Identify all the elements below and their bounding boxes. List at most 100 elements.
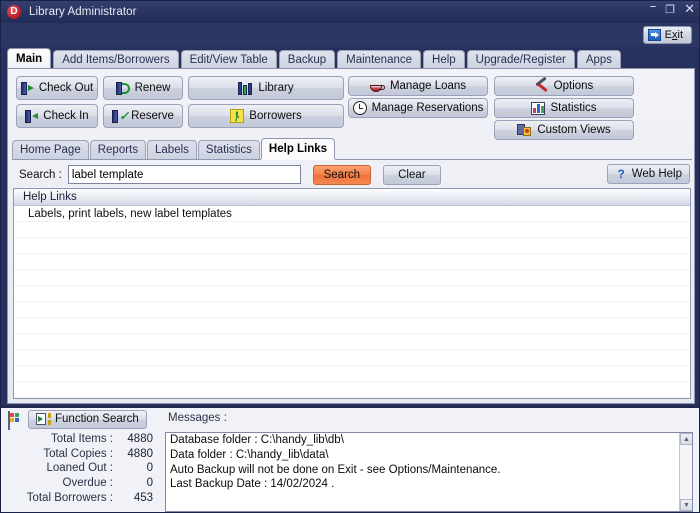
options-label: Options [553, 80, 594, 92]
check-in-button[interactable]: Check In [16, 104, 98, 128]
stat-overdue: Overdue : 0 [1, 476, 161, 491]
question-mark-icon: ? [617, 166, 625, 181]
book-renew-icon [115, 81, 130, 95]
main-panel: Check Out Renew Library Check In ✓ Reser… [7, 68, 695, 404]
status-header: Function Search Messages : [1, 408, 699, 430]
function-search-label: Function Search [55, 413, 139, 425]
tab-help[interactable]: Help [423, 50, 465, 69]
options-button[interactable]: Options [494, 76, 634, 96]
manage-reservations-button[interactable]: Manage Reservations [348, 98, 488, 118]
tab-main[interactable]: Main [7, 48, 52, 69]
table-row [14, 318, 690, 334]
message-line: Last Backup Date : 14/02/2024 . [170, 478, 335, 491]
subtab-help-links[interactable]: Help Links [260, 138, 336, 159]
grid-column-help-links: Help Links [23, 191, 77, 203]
stat-value: 4880 [127, 433, 153, 446]
tab-backup[interactable]: Backup [278, 50, 336, 69]
table-row [14, 238, 690, 254]
subtab-statistics[interactable]: Statistics [197, 140, 260, 159]
stat-loaned-out: Loaned Out : 0 [1, 461, 161, 476]
stat-label: Total Copies : [43, 447, 113, 460]
scroll-up-icon[interactable]: ▲ [680, 433, 692, 445]
manage-reservations-label: Manage Reservations [371, 102, 484, 114]
tab-upgrade-register[interactable]: Upgrade/Register [466, 50, 575, 69]
web-help-button[interactable]: ? Web Help [606, 164, 690, 184]
stat-value: 0 [146, 477, 153, 490]
stat-value: 0 [146, 462, 153, 475]
minimize-icon[interactable]: – [650, 1, 657, 13]
book-out-icon [20, 81, 34, 95]
exit-button-label: Exit [664, 29, 683, 41]
bar-chart-icon [531, 101, 546, 115]
function-search-button[interactable]: Function Search [28, 409, 147, 429]
subtab-home-page[interactable]: Home Page [12, 140, 89, 159]
manage-loans-label: Manage Loans [389, 80, 467, 92]
subtab-labels[interactable]: Labels [147, 140, 197, 159]
action-button-group: Check Out Renew Library Check In ✓ Reser… [8, 69, 694, 140]
tab-add-items-borrowers[interactable]: Add Items/Borrowers [53, 50, 179, 69]
tab-maintenance[interactable]: Maintenance [337, 50, 422, 69]
renew-label: Renew [134, 82, 171, 94]
scroll-down-icon[interactable]: ▼ [680, 499, 692, 511]
table-row [14, 222, 690, 238]
reserve-button[interactable]: ✓ Reserve [103, 104, 183, 128]
sub-tab-strip: Home Page Reports Labels Statistics Help… [12, 138, 692, 160]
stat-label: Overdue : [62, 477, 114, 490]
library-button[interactable]: Library [188, 76, 344, 100]
message-line: Auto Backup will not be done on Exit - s… [170, 463, 501, 476]
loans-cup-icon [369, 80, 385, 93]
stat-label: Total Borrowers : [26, 491, 113, 504]
web-help-label: Web Help [631, 168, 682, 180]
custom-views-icon [517, 123, 532, 137]
statistics-button[interactable]: Statistics [494, 98, 634, 118]
stat-label: Total Items : [51, 433, 113, 446]
statistics-label: Statistics [550, 102, 597, 114]
stat-total-copies: Total Copies : 4880 [1, 447, 161, 462]
clear-button[interactable]: Clear [382, 164, 441, 185]
renew-button[interactable]: Renew [103, 76, 183, 100]
book-in-icon [25, 109, 39, 123]
borrowers-button[interactable]: Borrowers [188, 104, 344, 128]
help-link-text: Labels, print labels, new label template… [28, 207, 232, 220]
close-icon[interactable]: ✕ [684, 3, 695, 16]
grid-header-row: Help Links [14, 189, 690, 206]
tab-edit-view-table[interactable]: Edit/View Table [180, 50, 277, 69]
stat-value: 453 [133, 491, 153, 504]
messages-scrollbar[interactable]: ▲ ▼ [679, 433, 692, 511]
clock-icon [352, 101, 367, 115]
grid-view-icon[interactable] [8, 411, 19, 430]
search-button[interactable]: Search [312, 164, 371, 185]
exit-arrow-icon [647, 29, 661, 41]
borrowers-label: Borrowers [249, 110, 302, 122]
table-row[interactable]: Labels, print labels, new label template… [14, 206, 690, 222]
window-controls: – ❐ ✕ [650, 1, 695, 16]
check-out-button[interactable]: Check Out [16, 76, 98, 100]
search-label: Search : [19, 168, 62, 181]
manage-loans-button[interactable]: Manage Loans [348, 76, 488, 96]
library-books-icon [238, 81, 253, 95]
stat-total-items: Total Items : 4880 [1, 432, 161, 447]
exit-button[interactable]: Exit [642, 26, 692, 44]
status-area: Function Search Messages : Total Items :… [1, 406, 699, 512]
borrower-person-icon [230, 109, 245, 123]
subtab-reports[interactable]: Reports [89, 140, 147, 159]
check-out-label: Check Out [38, 82, 94, 94]
statistics-summary: Total Items : 4880 Total Copies : 4880 L… [1, 432, 161, 505]
stat-label: Loaned Out : [46, 462, 114, 475]
table-row [14, 382, 690, 398]
custom-views-button[interactable]: Custom Views [494, 120, 634, 140]
tools-wrench-icon [535, 76, 549, 93]
reserve-label: Reserve [131, 110, 174, 122]
table-row [14, 366, 690, 382]
custom-views-label: Custom Views [537, 124, 611, 136]
table-row [14, 334, 690, 350]
tab-apps[interactable]: Apps [576, 50, 622, 69]
message-line: Data folder : C:\handy_lib\data\ [170, 448, 329, 461]
results-grid[interactable]: Help Links Labels, print labels, new lab… [13, 188, 691, 399]
messages-panel[interactable]: Database folder : C:\handy_lib\db\ Data … [165, 432, 693, 512]
maximize-icon[interactable]: ❐ [665, 4, 675, 15]
table-row [14, 350, 690, 366]
main-tab-strip: Main Add Items/Borrowers Edit/View Table… [7, 48, 695, 69]
search-input[interactable] [67, 165, 301, 184]
function-search-icon [36, 413, 51, 425]
